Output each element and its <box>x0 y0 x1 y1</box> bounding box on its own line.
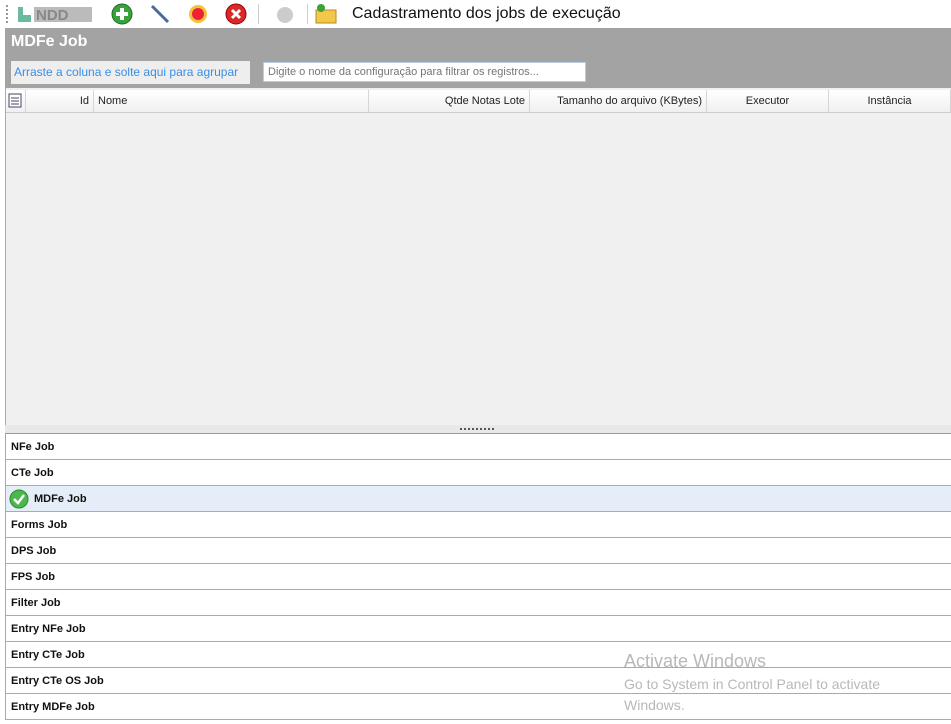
toolbar-grip[interactable] <box>6 5 10 23</box>
column-nome[interactable]: Nome <box>94 90 369 112</box>
grid-header: Id Nome Qtde Notas Lote Tamanho do arqui… <box>6 90 951 113</box>
nav-item-label: Entry MDFe Job <box>11 700 95 713</box>
column-executor[interactable]: Executor <box>707 90 829 112</box>
nav-item-label: Entry CTe OS Job <box>11 674 104 687</box>
open-folder-icon[interactable] <box>314 2 338 26</box>
nav-item-label: Entry CTe Job <box>11 648 85 661</box>
column-tamanho-arquivo[interactable]: Tamanho do arquivo (KBytes) <box>530 90 707 112</box>
nav-item-fps-job[interactable]: FPS Job <box>5 564 951 590</box>
ndd-logo: NDD <box>16 4 96 24</box>
nav-item-mdfe-job[interactable]: MDFe Job <box>5 486 951 512</box>
group-by-area[interactable]: Arraste a coluna e solte aqui para agrup… <box>11 61 250 84</box>
toolbar: NDD Cadastramento dos jobs de execução <box>0 0 951 28</box>
nav-item-cte-job[interactable]: CTe Job <box>5 460 951 486</box>
nav-item-label: Entry NFe Job <box>11 622 86 635</box>
panel-title: MDFe Job <box>11 33 88 50</box>
jobs-grid: Id Nome Qtde Notas Lote Tamanho do arqui… <box>5 88 951 425</box>
nav-item-entry-nfe-job[interactable]: Entry NFe Job <box>5 616 951 642</box>
nav-item-filter-job[interactable]: Filter Job <box>5 590 951 616</box>
config-panel: MDFe Job Arraste a coluna e solte aqui p… <box>5 28 951 88</box>
nav-item-label: Forms Job <box>11 518 68 531</box>
toolbar-separator <box>307 4 308 24</box>
column-instancia[interactable]: Instância <box>829 90 951 112</box>
column-id[interactable]: Id <box>26 90 94 112</box>
disabled-icon <box>273 2 297 26</box>
check-icon <box>9 489 29 508</box>
splitter[interactable] <box>5 425 951 434</box>
activate-windows-watermark: Activate Windows Go to System in Control… <box>624 651 914 716</box>
splitter-grip[interactable] <box>460 428 494 430</box>
nav-item-label: MDFe Job <box>34 492 87 505</box>
nav-item-forms-job[interactable]: Forms Job <box>5 512 951 538</box>
toolbar-separator <box>258 4 259 24</box>
column-qtde-notas-lote[interactable]: Qtde Notas Lote <box>369 90 530 112</box>
nav-item-label: FPS Job <box>11 570 56 583</box>
window-title: Cadastramento dos jobs de execução <box>352 5 621 22</box>
watermark-text: Go to System in Control Panel to activat… <box>624 676 881 713</box>
settings-icon[interactable] <box>186 2 210 26</box>
watermark-title: Activate Windows <box>624 651 767 671</box>
nav-item-label: CTe Job <box>11 466 54 479</box>
svg-text:NDD: NDD <box>36 7 69 24</box>
add-icon[interactable] <box>110 2 134 26</box>
column-chooser-icon[interactable] <box>6 90 26 112</box>
delete-icon[interactable] <box>224 2 248 26</box>
nav-item-label: DPS Job <box>11 544 57 557</box>
nav-item-dps-job[interactable]: DPS Job <box>5 538 951 564</box>
nav-item-label: Filter Job <box>11 596 61 609</box>
edit-icon[interactable] <box>148 2 172 26</box>
nav-item-label: NFe Job <box>11 440 55 453</box>
filter-input[interactable] <box>263 62 586 82</box>
nav-item-nfe-job[interactable]: NFe Job <box>5 434 951 460</box>
